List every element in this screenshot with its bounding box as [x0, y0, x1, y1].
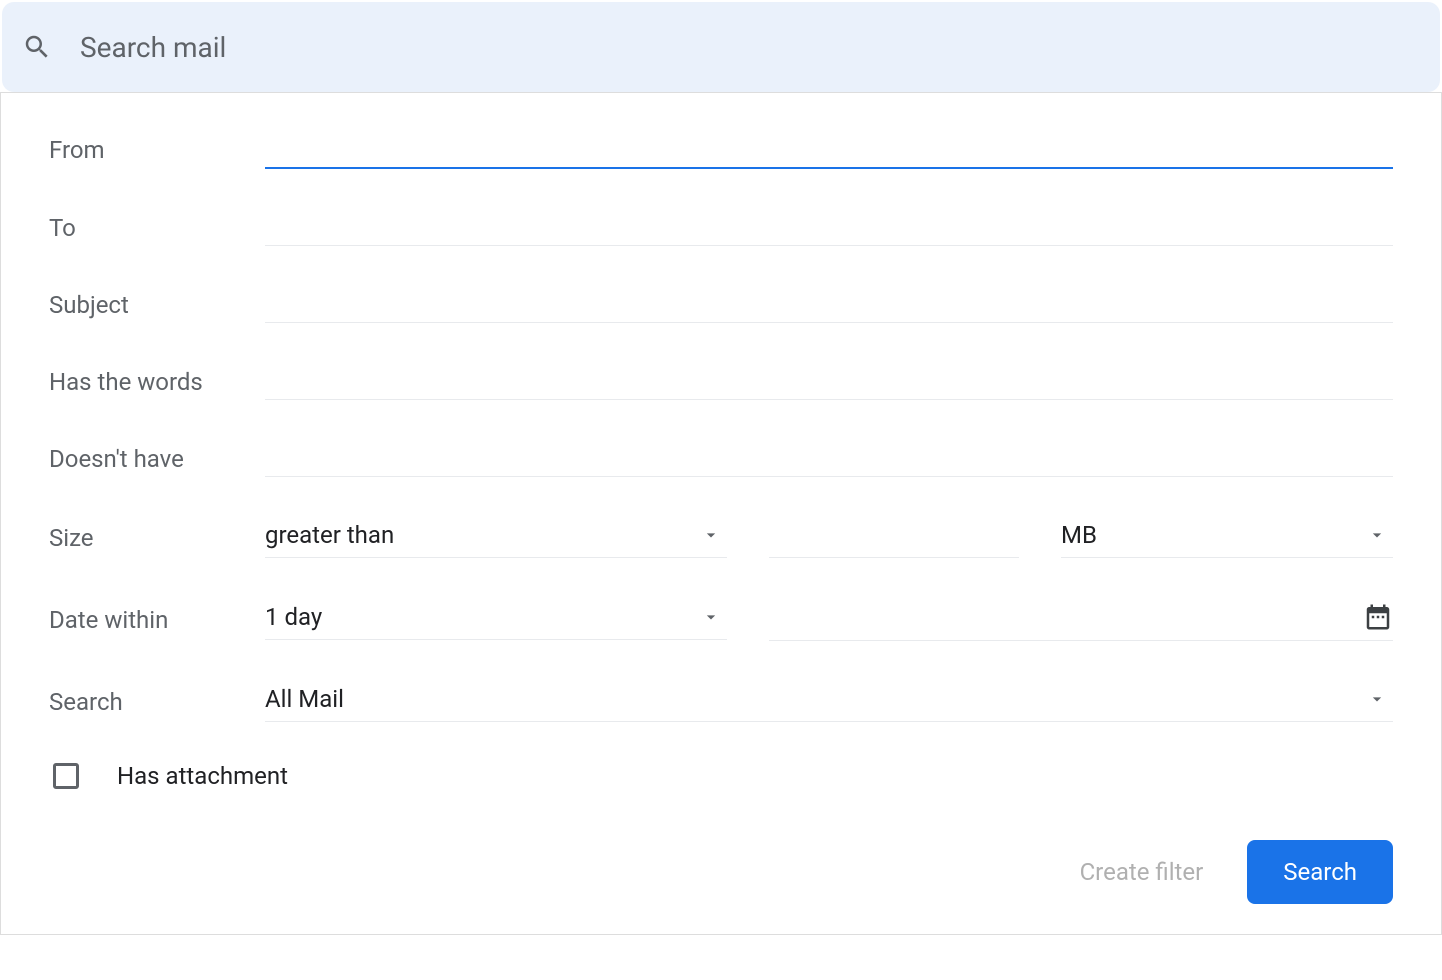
date-input-wrap [769, 598, 1393, 641]
doesnt-have-label: Doesn't have [49, 445, 265, 473]
has-words-row: Has the words [49, 363, 1393, 400]
date-within-label: Date within [49, 606, 265, 634]
has-attachment-row: Has attachment [53, 762, 1393, 790]
search-in-value: All Mail [265, 685, 344, 713]
date-range-value: 1 day [265, 603, 322, 631]
dropdown-arrow-icon [701, 607, 721, 627]
doesnt-have-row: Doesn't have [49, 440, 1393, 477]
size-operator-value: greater than [265, 521, 394, 549]
size-label: Size [49, 524, 265, 552]
advanced-search-panel: From To Subject Has the words Doesn't ha… [0, 92, 1442, 935]
doesnt-have-input[interactable] [265, 440, 1393, 477]
size-unit-value: MB [1061, 521, 1097, 549]
calendar-icon[interactable] [1363, 602, 1393, 632]
search-in-label: Search [49, 688, 265, 716]
search-in-row: Search All Mail [49, 681, 1393, 722]
has-words-input[interactable] [265, 363, 1393, 400]
to-label: To [49, 214, 265, 242]
size-operator-dropdown[interactable]: greater than [265, 517, 727, 558]
search-in-dropdown[interactable]: All Mail [265, 681, 1393, 722]
size-row: Size greater than MB [49, 517, 1393, 558]
subject-label: Subject [49, 291, 265, 319]
subject-row: Subject [49, 286, 1393, 323]
search-button[interactable]: Search [1247, 840, 1393, 904]
search-icon [22, 32, 52, 62]
create-filter-button[interactable]: Create filter [1080, 858, 1204, 886]
dropdown-arrow-icon [1367, 525, 1387, 545]
date-range-dropdown[interactable]: 1 day [265, 599, 727, 640]
button-row: Create filter Search [49, 840, 1393, 904]
has-attachment-label: Has attachment [117, 762, 288, 790]
has-words-label: Has the words [49, 368, 265, 396]
from-input[interactable] [265, 131, 1393, 169]
size-value-input[interactable] [769, 517, 1019, 558]
search-input[interactable] [80, 31, 1420, 64]
date-input[interactable] [769, 603, 1351, 631]
search-bar[interactable] [2, 2, 1440, 92]
from-label: From [49, 136, 265, 164]
date-within-row: Date within 1 day [49, 598, 1393, 641]
size-unit-dropdown[interactable]: MB [1061, 517, 1393, 558]
to-input[interactable] [265, 209, 1393, 246]
from-row: From [49, 131, 1393, 169]
subject-input[interactable] [265, 286, 1393, 323]
dropdown-arrow-icon [701, 525, 721, 545]
has-attachment-checkbox[interactable] [53, 763, 79, 789]
to-row: To [49, 209, 1393, 246]
dropdown-arrow-icon [1367, 689, 1387, 709]
